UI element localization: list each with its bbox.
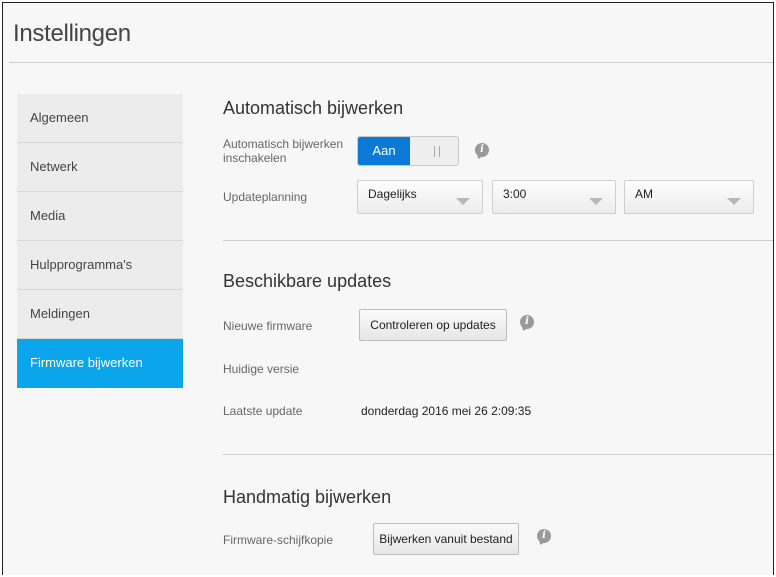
available-updates-title: Beschikbare updates bbox=[223, 271, 392, 291]
last-update-label: Laatste update bbox=[223, 404, 303, 418]
info-icon[interactable]: i bbox=[475, 143, 489, 157]
chevron-down-icon bbox=[727, 198, 741, 205]
settings-window: Instellingen Algemeen Netwerk Media Hulp… bbox=[2, 2, 774, 575]
sidebar: Algemeen Netwerk Media Hulpprogramma's M… bbox=[17, 94, 183, 388]
toggle-grip-icon bbox=[434, 146, 440, 157]
sidebar-item-meldingen[interactable]: Meldingen bbox=[17, 290, 183, 339]
available-updates-section: Beschikbare updates Nieuwe firmware Cont… bbox=[223, 271, 763, 431]
manual-update-title: Handmatig bijwerken bbox=[223, 487, 392, 507]
new-firmware-label: Nieuwe firmware bbox=[223, 319, 313, 333]
section-divider bbox=[223, 240, 773, 241]
auto-update-title: Automatisch bijwerken bbox=[223, 98, 404, 118]
enable-auto-update-label: Automatisch bijwerken inschakelen bbox=[223, 137, 344, 165]
check-updates-button[interactable]: Controleren op updates bbox=[359, 309, 507, 341]
time-select[interactable]: 3:00 bbox=[492, 180, 616, 214]
schedule-label: Updateplanning bbox=[223, 190, 308, 204]
meridiem-select[interactable]: AM bbox=[624, 180, 754, 214]
info-icon[interactable]: i bbox=[520, 315, 534, 329]
sidebar-item-media[interactable]: Media bbox=[17, 192, 183, 241]
auto-update-section: Automatisch bijwerken Automatisch bijwer… bbox=[223, 98, 763, 218]
auto-update-toggle[interactable]: Aan bbox=[357, 136, 459, 166]
manual-update-section: Handmatig bijwerken Firmware-schijfkopie… bbox=[223, 487, 763, 567]
section-divider bbox=[223, 454, 773, 455]
sidebar-item-firmware-bijwerken[interactable]: Firmware bijwerken bbox=[17, 339, 183, 388]
title-divider bbox=[9, 62, 773, 63]
firmware-image-label: Firmware-schijfkopie bbox=[223, 533, 334, 547]
time-value: 3:00 bbox=[503, 187, 527, 201]
info-icon[interactable]: i bbox=[537, 529, 551, 543]
frequency-value: Dagelijks bbox=[368, 187, 417, 201]
toggle-on-label: Aan bbox=[358, 137, 410, 165]
sidebar-item-algemeen[interactable]: Algemeen bbox=[17, 94, 183, 143]
chevron-down-icon bbox=[456, 198, 470, 205]
sidebar-item-netwerk[interactable]: Netwerk bbox=[17, 143, 183, 192]
meridiem-value: AM bbox=[635, 187, 653, 201]
update-from-file-button[interactable]: Bijwerken vanuit bestand bbox=[373, 523, 519, 555]
page-title: Instellingen bbox=[13, 20, 131, 47]
last-update-value: donderdag 2016 mei 26 2:09:35 bbox=[361, 404, 532, 418]
chevron-down-icon bbox=[589, 198, 603, 205]
frequency-select[interactable]: Dagelijks bbox=[357, 180, 483, 214]
current-version-label: Huidige versie bbox=[223, 362, 300, 376]
sidebar-item-hulpprogrammas[interactable]: Hulpprogramma's bbox=[17, 241, 183, 290]
